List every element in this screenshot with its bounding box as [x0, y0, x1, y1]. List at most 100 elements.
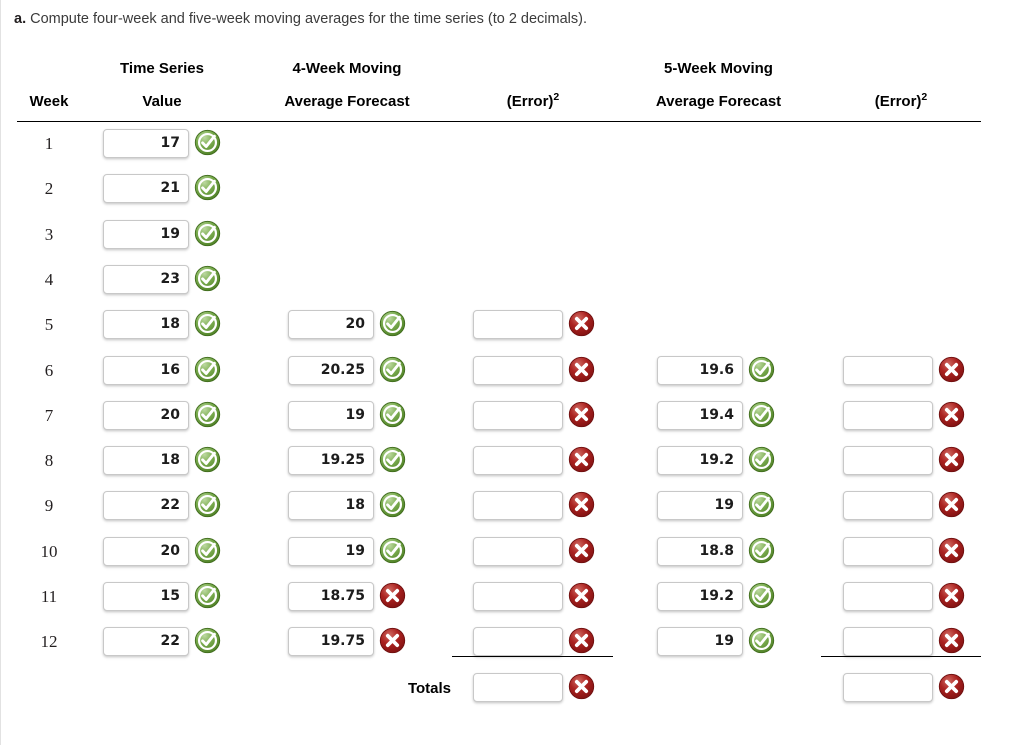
- check-circle-icon: [748, 627, 775, 654]
- error4-squared-input-5[interactable]: [473, 310, 563, 340]
- table-row: 8 18 19.25 19.2: [1, 439, 1024, 485]
- check-circle-icon: [379, 446, 406, 473]
- check-circle-icon: [748, 401, 775, 428]
- ma4-forecast-input-12-cell: 19.75: [288, 627, 406, 657]
- ma4-forecast-input-7[interactable]: 19: [288, 400, 374, 430]
- error4-squared-input-8[interactable]: [473, 446, 563, 476]
- table-row: 2 21: [1, 167, 1024, 213]
- error4-squared-input-10[interactable]: [473, 536, 563, 566]
- ma5-forecast-input-10[interactable]: 18.8: [657, 536, 743, 566]
- time-series-value-input-5[interactable]: 18: [103, 310, 189, 340]
- x-circle-icon: [568, 627, 595, 654]
- ma4-forecast-input-11[interactable]: 18.75: [288, 582, 374, 611]
- x-circle-icon: [938, 673, 965, 700]
- x-circle-icon: [568, 673, 595, 700]
- ma4-forecast-input-6-cell: 20.25: [288, 355, 406, 385]
- error4-squared-input-7[interactable]: [473, 400, 563, 430]
- ma5-forecast-input-7-cell: 19.4: [657, 400, 775, 430]
- time-series-value-input-3[interactable]: 19: [103, 219, 189, 249]
- time-series-value-input-7[interactable]: 20: [103, 400, 189, 430]
- error4-squared-input-12[interactable]: [473, 627, 563, 657]
- ma5-forecast-input-11[interactable]: 19.2: [657, 582, 743, 611]
- time-series-value-input-8[interactable]: 18: [103, 446, 189, 476]
- error5-squared-input-11-cell: [843, 582, 965, 611]
- table-row: 10 20 19 18.8: [1, 530, 1024, 576]
- ma5-forecast-input-7[interactable]: 19.4: [657, 400, 743, 430]
- table-row: 1 17: [1, 122, 1024, 168]
- error5-squared-input-9[interactable]: [843, 491, 933, 521]
- week-number: 10: [40, 541, 58, 561]
- error5-squared-input-6[interactable]: [843, 355, 933, 385]
- error4-squared-input-6[interactable]: [473, 355, 563, 385]
- error4-squared-input-9-cell: [473, 491, 595, 521]
- header-4week-bottom: Average Forecast: [284, 93, 410, 110]
- check-circle-icon: [379, 310, 406, 337]
- time-series-value-input-10[interactable]: 20: [103, 536, 189, 566]
- time-series-value-input-4[interactable]: 23: [103, 264, 189, 294]
- x-circle-icon: [568, 401, 595, 428]
- ma4-forecast-input-5[interactable]: 20: [288, 310, 374, 340]
- error4-squared-input-9[interactable]: [473, 491, 563, 521]
- ma5-forecast-input-10-cell: 18.8: [657, 536, 775, 566]
- error4-squared-input-11[interactable]: [473, 582, 563, 611]
- check-circle-icon: [194, 356, 221, 383]
- check-circle-icon: [748, 582, 775, 609]
- x-circle-icon: [938, 446, 965, 473]
- header-4week-error-exponent: 2: [553, 91, 560, 103]
- time-series-value-input-11[interactable]: 15: [103, 582, 189, 611]
- ma4-forecast-input-12[interactable]: 19.75: [288, 627, 374, 657]
- error5-squared-input-11[interactable]: [843, 582, 933, 611]
- error5-squared-input-10[interactable]: [843, 536, 933, 566]
- time-series-value-input-2-cell: 21: [103, 174, 221, 204]
- header-5week-error-exponent: 2: [921, 91, 928, 103]
- ma5-forecast-input-9[interactable]: 19: [657, 491, 743, 521]
- check-circle-icon: [194, 491, 221, 518]
- time-series-value-input-9-cell: 22: [103, 491, 221, 521]
- error4-total-input[interactable]: [473, 673, 563, 703]
- check-circle-icon: [748, 491, 775, 518]
- check-circle-icon: [194, 310, 221, 337]
- week-number: 2: [44, 179, 54, 199]
- error5-squared-input-6-cell: [843, 355, 965, 385]
- x-circle-icon: [568, 356, 595, 383]
- header-4week-error: (Error)2: [453, 91, 613, 110]
- x-circle-icon: [938, 356, 965, 383]
- ma4-forecast-input-10[interactable]: 19: [288, 536, 374, 566]
- header-4week-error-base: (Error): [506, 93, 554, 110]
- check-circle-icon: [379, 356, 406, 383]
- header-time-series: Time Series: [120, 60, 204, 77]
- time-series-value-input-1[interactable]: 17: [103, 129, 189, 158]
- worksheet-page: a. Compute four-week and five-week movin…: [0, 0, 1024, 745]
- error5-subtotal-rule: [821, 656, 981, 658]
- ma5-forecast-input-12[interactable]: 19: [657, 627, 743, 657]
- ma4-forecast-input-6[interactable]: 20.25: [288, 355, 374, 385]
- totals-row: Totals: [1, 666, 1024, 712]
- header-5week-bottom: Average Forecast: [655, 93, 782, 110]
- check-circle-icon: [194, 446, 221, 473]
- check-circle-icon: [748, 356, 775, 383]
- ma5-forecast-input-12-cell: 19: [657, 627, 775, 657]
- time-series-value-input-2[interactable]: 21: [103, 174, 189, 204]
- time-series-value-input-9[interactable]: 22: [103, 491, 189, 521]
- error5-squared-input-7[interactable]: [843, 400, 933, 430]
- error5-total-input[interactable]: [843, 673, 933, 703]
- ma4-forecast-input-8[interactable]: 19.25: [288, 446, 374, 476]
- question-prompt: a. Compute four-week and five-week movin…: [14, 9, 587, 29]
- ma5-forecast-input-8[interactable]: 19.2: [657, 446, 743, 476]
- error5-squared-input-8[interactable]: [843, 446, 933, 476]
- time-series-value-input-6[interactable]: 16: [103, 355, 189, 385]
- error4-subtotal-rule: [452, 656, 613, 658]
- error5-squared-input-12[interactable]: [843, 627, 933, 657]
- week-number: 1: [44, 134, 54, 153]
- check-circle-icon: [748, 446, 775, 473]
- time-series-value-input-12[interactable]: 22: [103, 627, 189, 657]
- ma5-forecast-input-6[interactable]: 19.6: [657, 355, 743, 385]
- ma4-forecast-input-9[interactable]: 18: [288, 491, 374, 521]
- time-series-value-input-7-cell: 20: [103, 400, 221, 430]
- ma5-forecast-input-6-cell: 19.6: [657, 355, 775, 385]
- time-series-value-input-5-cell: 18: [103, 310, 221, 340]
- question-text: Compute four-week and five-week moving a…: [30, 11, 588, 27]
- error5-squared-input-8-cell: [843, 446, 965, 476]
- check-circle-icon: [194, 627, 221, 654]
- x-circle-icon: [938, 537, 965, 564]
